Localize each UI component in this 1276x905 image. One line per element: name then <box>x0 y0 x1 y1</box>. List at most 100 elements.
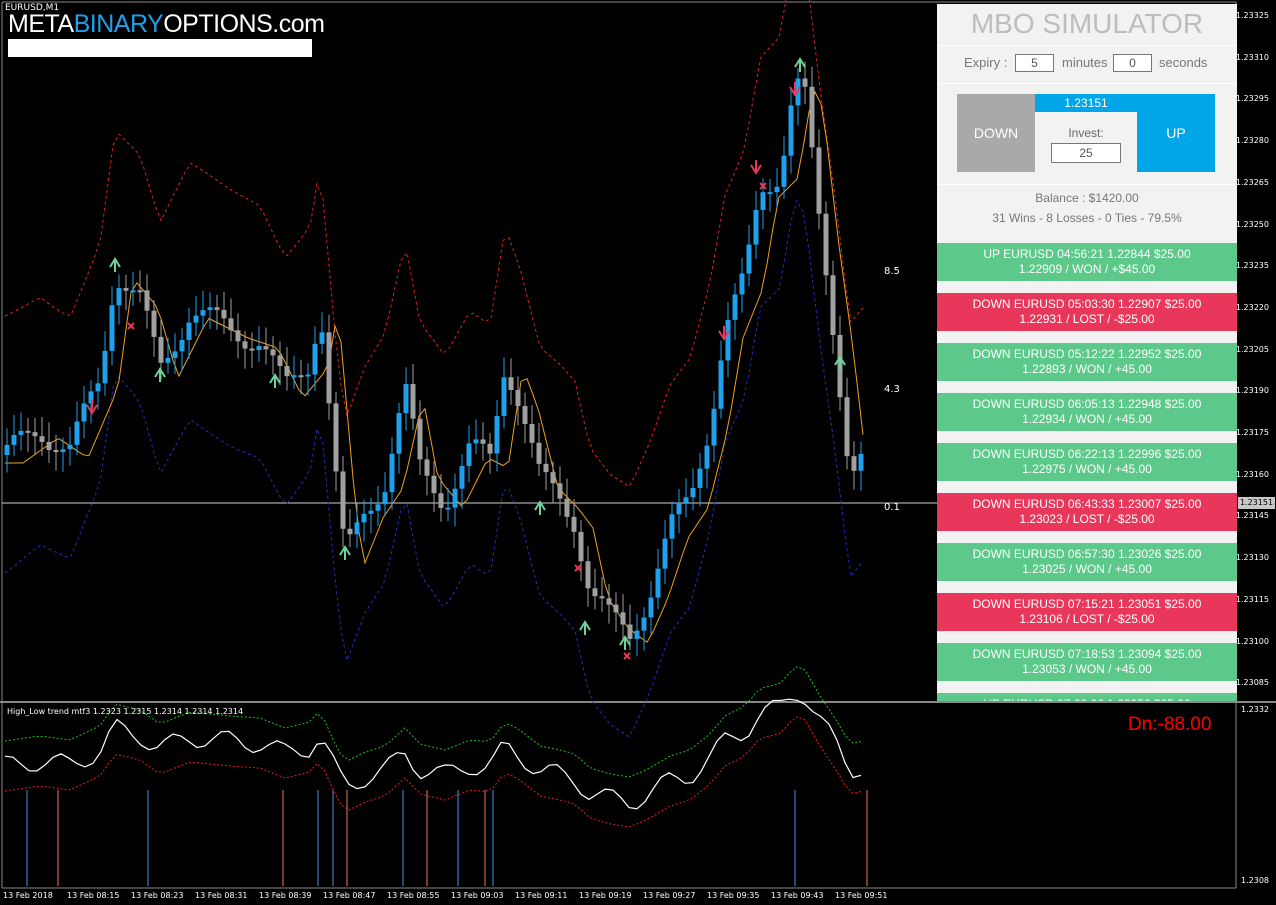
candle-body <box>431 475 437 494</box>
trade-row: DOWN EURUSD 06:22:13 1.22996 $25.00 1.229… <box>937 443 1237 481</box>
divider <box>937 184 1237 185</box>
candle-body <box>67 444 73 450</box>
candle-body <box>389 453 395 493</box>
candle-body <box>452 488 458 508</box>
candle-body <box>165 357 171 363</box>
candle-body <box>669 514 675 539</box>
candle-body <box>74 421 80 445</box>
time-axis-tick: 13 Feb 09:51 <box>835 891 888 900</box>
indicator-axis-bottom: 1.2308 <box>1241 876 1269 885</box>
candle-body <box>515 389 521 407</box>
candle-body <box>599 596 605 599</box>
cross-mark-icon <box>623 652 631 660</box>
candle-body <box>774 186 780 193</box>
time-axis-tick: 13 Feb 09:43 <box>771 891 824 900</box>
candle-body <box>249 348 255 351</box>
candle-body <box>788 105 794 156</box>
invest-label: Invest: <box>1068 126 1104 140</box>
candle-body <box>11 434 17 445</box>
candle-body <box>319 332 325 344</box>
expiry-minutes-input[interactable]: 5 <box>1015 54 1054 72</box>
price-axis-tick: 1.23310 <box>1235 52 1269 62</box>
signal-arrow-icon <box>579 620 591 635</box>
signal-arrow-icon <box>269 373 281 388</box>
candle-body <box>102 350 108 384</box>
time-axis-tick: 13 Feb 2018 <box>3 891 53 900</box>
candle-body <box>18 430 24 435</box>
candle-body <box>711 408 717 446</box>
seconds-label: seconds <box>1159 55 1208 70</box>
time-axis-tick: 13 Feb 08:31 <box>195 891 248 900</box>
candle-body <box>305 374 311 377</box>
signal-arrow-icon <box>750 160 762 175</box>
candle-body <box>123 288 129 291</box>
candle-body <box>445 507 451 510</box>
candle-body <box>403 383 409 414</box>
candle-body <box>424 459 430 476</box>
candle-body <box>543 463 549 473</box>
trade-row: UP EURUSD 04:56:21 1.22844 $25.00 1.22909… <box>937 243 1237 281</box>
candle-body <box>648 597 654 618</box>
candle-body <box>627 624 633 639</box>
candle-body <box>137 290 143 293</box>
level-label-mid: 4.3 <box>884 384 900 395</box>
candle-body <box>760 192 766 211</box>
cross-mark-icon <box>127 322 135 330</box>
candle-body <box>60 449 66 453</box>
trade-row: DOWN EURUSD 07:18:53 1.23094 $25.00 1.230… <box>937 643 1237 681</box>
candle-body <box>354 522 360 535</box>
candle-body <box>144 290 150 311</box>
candle-body <box>634 630 640 639</box>
price-axis-tick: 1.23220 <box>1235 302 1269 312</box>
signal-arrow-icon <box>834 355 846 370</box>
candle-body <box>704 445 710 469</box>
price-axis-tick: 1.23295 <box>1235 94 1269 104</box>
candle-body <box>550 472 556 484</box>
candle-body <box>32 432 38 437</box>
time-axis-tick: 13 Feb 08:23 <box>131 891 184 900</box>
candle-body <box>655 568 661 598</box>
down-button[interactable]: DOWN <box>957 94 1035 172</box>
trade-history-list[interactable]: UP EURUSD 04:56:21 1.22844 $25.00 1.22909… <box>937 243 1237 701</box>
stats-text: 31 Wins - 8 Losses - 0 Ties - 79.5% <box>992 211 1182 225</box>
candle-body <box>564 498 570 517</box>
candle-body <box>858 453 864 471</box>
candle-body <box>536 442 542 464</box>
candle-body <box>326 332 332 404</box>
candle-body <box>592 588 598 597</box>
candle-body <box>676 502 682 515</box>
quote-price: 1.23151 <box>1035 94 1137 112</box>
candle-body <box>396 413 402 454</box>
trade-result: 1.22931 / LOST / -$25.00 <box>1019 312 1155 326</box>
trade-row: DOWN EURUSD 05:03:30 1.22907 $25.00 1.229… <box>937 293 1237 331</box>
candle-body <box>382 492 388 505</box>
candle-body <box>473 439 479 444</box>
expiry-seconds-input[interactable]: 0 <box>1113 54 1152 72</box>
invest-input[interactable]: 25 <box>1051 143 1121 163</box>
expiry-label: Expiry : <box>964 55 1008 70</box>
signal-arrow-icon <box>339 545 351 560</box>
indicator-axis-top: 1.2332 <box>1241 705 1269 714</box>
candle-body <box>270 349 276 356</box>
price-axis-tick: 1.23160 <box>1235 469 1269 479</box>
candle-body <box>746 244 752 274</box>
candle-body <box>690 487 696 498</box>
trade-result: 1.23023 / LOST / -$25.00 <box>1019 512 1155 526</box>
signal-arrow-icon <box>534 500 546 515</box>
candle-body <box>501 377 507 416</box>
indicator-upper-line <box>4 666 862 778</box>
candle-body <box>242 341 248 349</box>
price-axis-tick: 1.23115 <box>1235 594 1269 604</box>
trade-row: DOWN EURUSD 07:15:21 1.23051 $25.00 1.231… <box>937 593 1237 631</box>
signal-arrow-icon <box>619 635 631 650</box>
candle-body <box>361 513 367 523</box>
simulator-title: MBO SIMULATOR <box>970 8 1204 39</box>
candle-body <box>368 510 374 514</box>
up-button[interactable]: UP <box>1137 94 1215 172</box>
time-axis-tick: 13 Feb 08:39 <box>259 891 312 900</box>
candle-body <box>620 612 626 625</box>
candle-body <box>228 318 234 331</box>
candle-body <box>585 561 591 589</box>
candle-body <box>39 436 45 442</box>
candle-body <box>662 538 668 569</box>
